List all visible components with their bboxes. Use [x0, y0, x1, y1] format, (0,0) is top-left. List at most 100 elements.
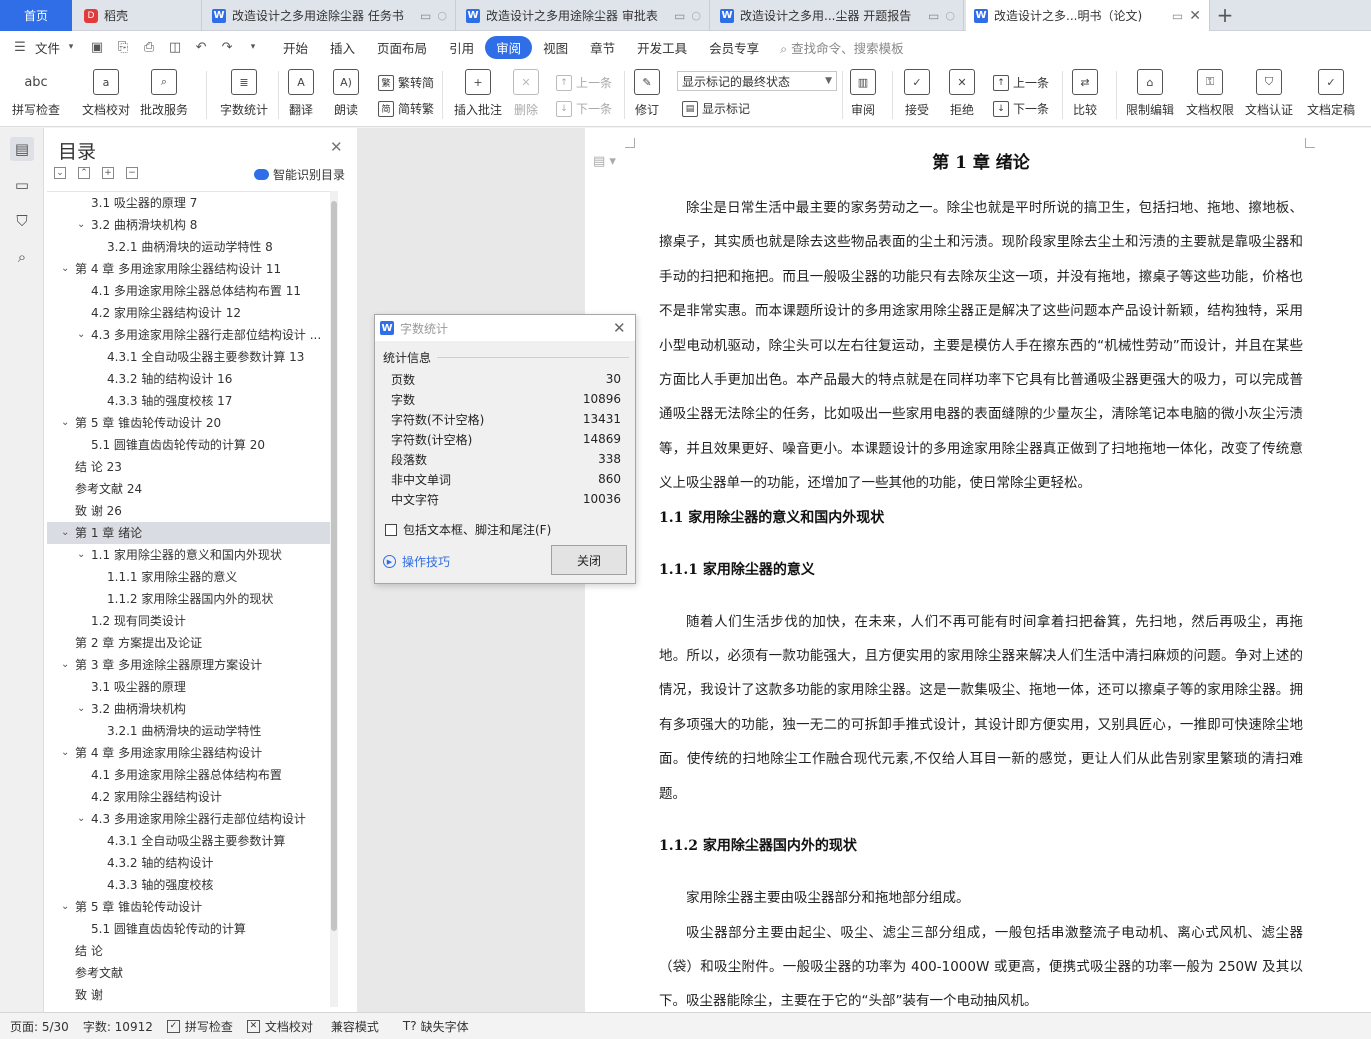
toc-item[interactable]: 4.1 多用途家用除尘器总体结构布置 11 [47, 280, 330, 302]
document-page[interactable]: ▤ ▾ 第 1 章 绪论 除尘是日常生活中最主要的家务劳动之一。除尘也就是平时所… [585, 128, 1371, 1012]
chevron-down-icon[interactable]: ⌄ [61, 896, 69, 918]
toc-item[interactable]: ⌄ 第 5 章 锥齿轮传动设计 20 [47, 412, 330, 434]
menu-chapter[interactable]: 章节 [579, 38, 626, 57]
proofread-button[interactable]: a 文档校对 [82, 69, 130, 118]
remove-heading-icon[interactable]: − [126, 167, 138, 179]
missing-font-status[interactable]: T? 缺失字体 [403, 1018, 469, 1035]
show-markup-button[interactable]: ▤ 显示标记 [682, 100, 750, 117]
close-icon[interactable]: ✕ [613, 319, 626, 337]
toc-item[interactable]: ⌄ 第 3 章 多用途除尘器原理方案设计 [47, 654, 330, 676]
bookmark-icon[interactable]: ⛉ [10, 209, 34, 233]
scrollbar-thumb[interactable] [331, 201, 337, 931]
spellcheck-status[interactable]: ✓ 拼写检查 [166, 1018, 233, 1035]
print-icon[interactable]: ⎙ [141, 39, 157, 55]
toc-item[interactable]: 结 论 [47, 940, 330, 962]
chevron-down-icon[interactable]: ⌄ [61, 412, 69, 434]
spellcheck-button[interactable]: abc 拼写检查 [12, 69, 60, 118]
toc-item[interactable]: 4.1 多用途家用除尘器总体结构布置 [47, 764, 330, 786]
compare-button[interactable]: ⇄ 比较 [1072, 69, 1098, 118]
chapter-nav-icon[interactable]: ▭ [10, 173, 34, 197]
word-count-button[interactable]: ≣ 字数统计 [220, 69, 268, 118]
tab-approval-form[interactable]: W 改造设计之多用途除尘器 审批表 ▭ ○ [458, 0, 710, 31]
toc-item[interactable]: 4.2 家用除尘器结构设计 [47, 786, 330, 808]
chevron-down-icon[interactable]: ⌄ [61, 654, 69, 676]
toc-item[interactable]: 4.3.2 轴的结构设计 16 [47, 368, 330, 390]
toc-item[interactable]: 3.2.1 曲柄滑块的运动学特性 [47, 720, 330, 742]
toc-item[interactable]: ⌄ 第 4 章 多用途家用除尘器结构设计 [47, 742, 330, 764]
reject-button[interactable]: ✕ 拒绝 [949, 69, 975, 118]
close-icon[interactable]: ✕ [1189, 8, 1201, 24]
menu-page-layout[interactable]: 页面布局 [366, 38, 438, 57]
toc-item[interactable]: 4.3.1 全自动吸尘器主要参数计算 13 [47, 346, 330, 368]
chevron-down-icon[interactable]: ⌄ [61, 522, 69, 544]
toc-item[interactable]: ⌄ 1.1 家用除尘器的意义和国内外现状 [47, 544, 330, 566]
delete-comment-button[interactable]: ✕ 删除 [513, 69, 539, 118]
toc-item[interactable]: 致 谢 26 [47, 500, 330, 522]
chevron-down-icon[interactable]: ⌄ [77, 214, 85, 236]
tips-link[interactable]: ▶ 操作技巧 [383, 553, 450, 570]
prev-comment-button[interactable]: ↑ 上一条 [556, 74, 612, 91]
collapse-all-icon[interactable]: ⌄ [54, 167, 66, 179]
toc-item[interactable]: 参考文献 [47, 962, 330, 984]
track-changes-button[interactable]: ✎ 修订 [634, 69, 660, 118]
undo-icon[interactable]: ↶ [193, 39, 209, 55]
export-pdf-icon[interactable]: ⎘ [115, 39, 131, 55]
toc-item[interactable]: ⌄ 第 4 章 多用途家用除尘器结构设计 11 [47, 258, 330, 280]
toc-item[interactable]: 3.2.1 曲柄滑块的运动学特性 8 [47, 236, 330, 258]
close-icon[interactable]: ○ [691, 9, 701, 22]
close-button[interactable]: 关闭 [551, 545, 627, 575]
toc-item[interactable]: 致 谢 [47, 984, 330, 1006]
doc-finalize-button[interactable]: ✓ 文档定稿 [1307, 69, 1355, 118]
redo-icon[interactable]: ↷ [219, 39, 235, 55]
to-traditional-button[interactable]: 繁繁转简 [378, 74, 434, 91]
smart-toc-button[interactable]: 智能识别目录 [254, 166, 345, 183]
search-icon[interactable]: ⌕ [10, 245, 34, 269]
toc-item[interactable]: 1.1.2 家用除尘器国内外的现状 [47, 588, 330, 610]
menu-start[interactable]: 开始 [272, 38, 319, 57]
checkbox-box[interactable] [385, 523, 397, 536]
chevron-down-icon[interactable]: ⌄ [61, 742, 69, 764]
page-options-icon[interactable]: ▤ ▾ [593, 154, 616, 169]
restrict-edit-button[interactable]: ⌂ 限制编辑 [1126, 69, 1174, 118]
chevron-down-icon[interactable]: ▾ [63, 39, 79, 55]
chevron-down-icon[interactable]: ⌄ [77, 698, 85, 720]
to-simplified-button[interactable]: 简简转繁 [378, 100, 434, 117]
toc-item[interactable]: 1.1.1 家用除尘器的意义 [47, 566, 330, 588]
toc-item[interactable]: 4.3.2 轴的结构设计 [47, 852, 330, 874]
markup-state-select[interactable]: 显示标记的最终状态 ▼ [677, 71, 837, 91]
close-icon[interactable]: ○ [945, 9, 955, 22]
tab-thesis[interactable]: W 改造设计之多...明书（论文) ▭ ✕ [966, 0, 1210, 31]
toc-item[interactable]: 参考文献 24 [47, 478, 330, 500]
print-preview-icon[interactable]: ◫ [167, 39, 183, 55]
toc-item[interactable]: ⌄ 3.2 曲柄滑块机构 8 [47, 214, 330, 236]
doc-certify-button[interactable]: ⛉ 文档认证 [1245, 69, 1293, 118]
menu-member[interactable]: 会员专享 [698, 38, 770, 57]
new-tab-button[interactable]: + [1214, 4, 1236, 26]
save-icon[interactable]: ▣ [89, 39, 105, 55]
chevron-down-icon[interactable]: ⌄ [77, 808, 85, 830]
toc-item[interactable]: 1.2 现有同类设计 [47, 610, 330, 632]
menu-developer[interactable]: 开发工具 [626, 38, 698, 57]
next-comment-button[interactable]: ↓ 下一条 [556, 100, 612, 117]
chevron-down-icon[interactable]: ▾ [245, 39, 261, 55]
menu-view[interactable]: 视图 [532, 38, 579, 57]
document-body[interactable]: 第 1 章 绪论 除尘是日常生活中最主要的家务劳动之一。除尘也就是平时所说的搞卫… [659, 148, 1303, 1012]
toc-item[interactable]: 4.3.3 轴的强度校核 17 [47, 390, 330, 412]
add-heading-icon[interactable]: + [102, 167, 114, 179]
read-aloud-button[interactable]: A) 朗读 [333, 69, 359, 118]
toc-item[interactable]: ⌄ 第 5 章 锥齿轮传动设计 [47, 896, 330, 918]
review-service-button[interactable]: ⌕ 批改服务 [140, 69, 188, 118]
word-count-indicator[interactable]: 字数: 10912 [83, 1018, 153, 1035]
proofread-status[interactable]: ✕ 文档校对 [246, 1018, 313, 1035]
toc-item[interactable]: 第 2 章 方案提出及论证 [47, 632, 330, 654]
tab-proposal[interactable]: W 改造设计之多用...尘器 开题报告 ▭ ○ [712, 0, 964, 31]
tab-daoke[interactable]: D 稻壳 [76, 0, 202, 31]
chevron-down-icon[interactable]: ⌄ [77, 324, 85, 346]
chevron-down-icon[interactable]: ⌄ [61, 258, 69, 280]
toc-item[interactable]: ⌄ 3.2 曲柄滑块机构 [47, 698, 330, 720]
toc-item[interactable]: 4.2 家用除尘器结构设计 12 [47, 302, 330, 324]
tab-home[interactable]: 首页 [0, 0, 72, 31]
menu-review[interactable]: 审阅 [485, 35, 533, 59]
toc-nav-icon[interactable]: ▤ [10, 137, 34, 161]
toc-item[interactable]: 3.1 吸尘器的原理 [47, 676, 330, 698]
